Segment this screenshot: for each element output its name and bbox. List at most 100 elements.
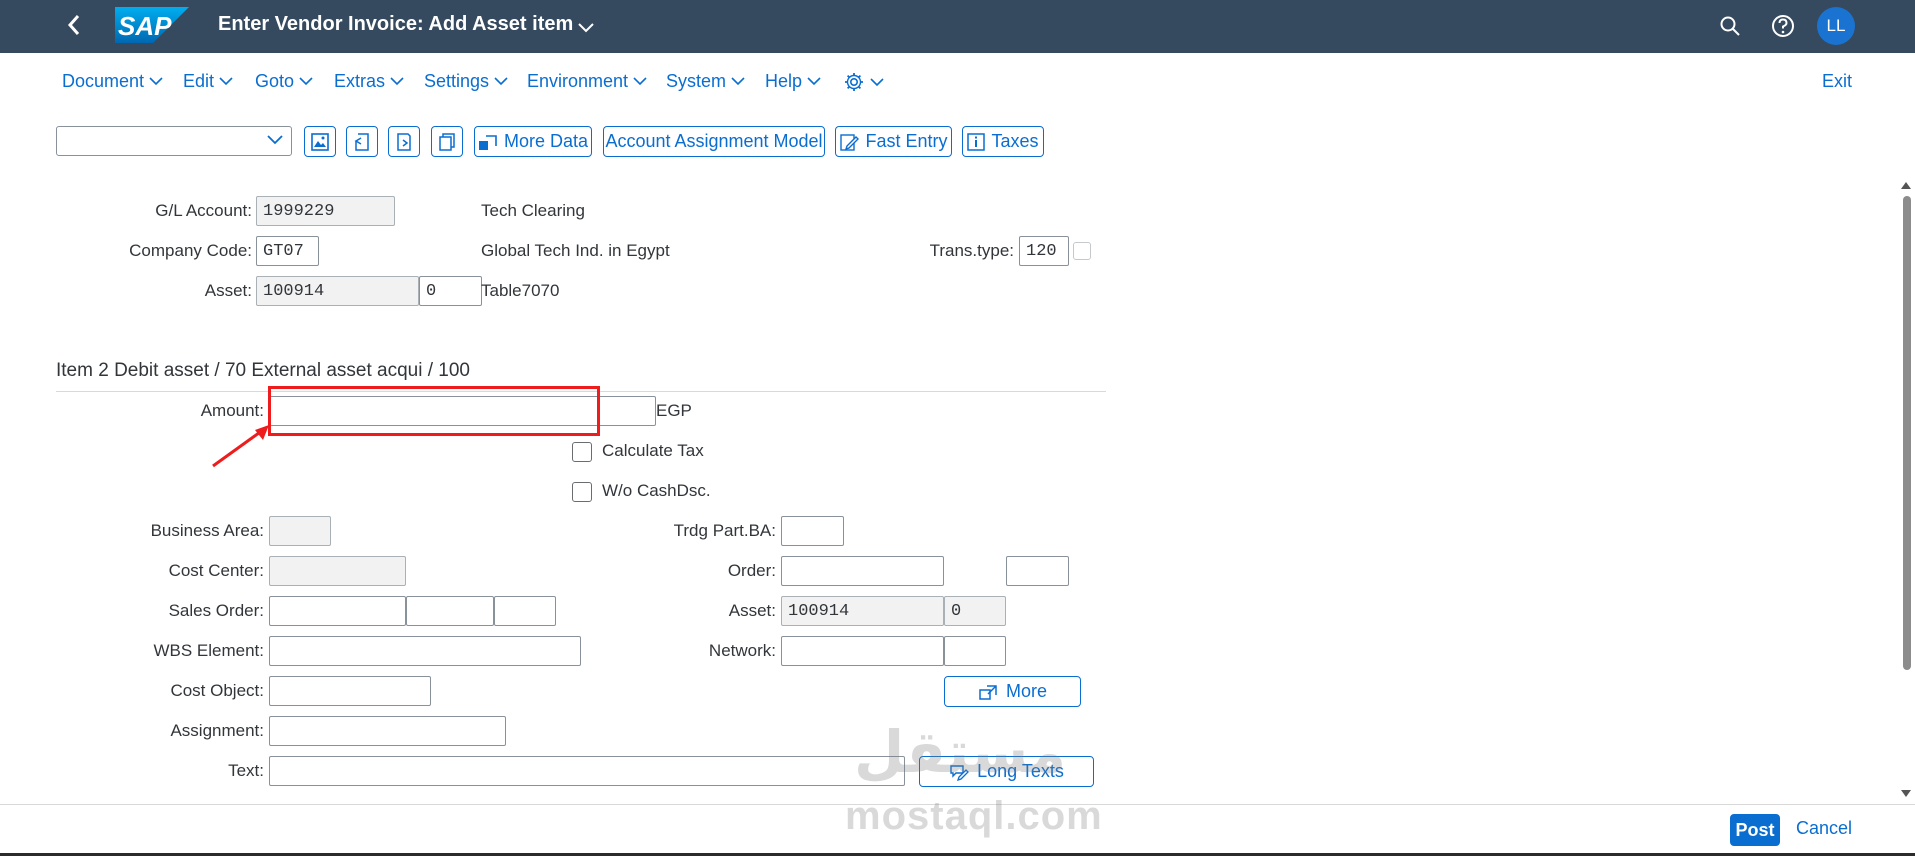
sales-order-item-field[interactable] [406,596,494,626]
scroll-down-arrow-icon[interactable] [1900,784,1912,804]
network-activity-field[interactable] [944,636,1006,666]
scroll-up-arrow-icon[interactable] [1900,175,1912,195]
cancel-button[interactable]: Cancel [1796,818,1852,839]
item-section-title: Item 2 Debit asset / 70 External asset a… [56,360,471,381]
annotation-arrow-icon [205,420,275,477]
gl-account-label: G/L Account: [155,201,252,220]
avatar[interactable]: LL [1817,7,1855,45]
help-icon[interactable] [1770,13,1796,39]
wbs-element-label: WBS Element: [153,641,264,660]
document-back-icon [354,132,369,151]
order-extra-field[interactable] [1006,556,1069,586]
menu-edit-label: Edit [183,71,215,91]
menu-extras[interactable]: Extras [334,71,404,92]
fast-entry-label: Fast Entry [865,131,948,151]
assignment-label: Assignment: [170,721,264,740]
command-field[interactable] [56,126,292,156]
cost-center-field[interactable] [269,556,406,586]
assignment-field[interactable] [269,716,506,746]
menu-goto-label: Goto [255,71,295,91]
company-code-label: Company Code: [129,241,252,260]
taxes-button[interactable]: Taxes [962,126,1044,157]
order-label: Order: [727,561,776,580]
copy-icon [439,132,455,151]
calculate-tax-checkbox[interactable] [572,442,592,462]
more-data-button[interactable]: More Data [474,126,592,157]
wo-cashdsc-checkbox[interactable] [572,482,592,502]
back-icon[interactable] [66,12,82,42]
gl-account-field[interactable]: 1999229 [256,196,395,226]
external-link-icon [979,684,997,700]
watermark-latin-text: mostaql.com [845,794,1103,838]
company-code-field[interactable]: GT07 [256,236,319,266]
long-texts-button[interactable]: Long Texts [919,756,1094,787]
gl-account-text: Tech Clearing [481,201,585,220]
more-button[interactable]: More [944,676,1081,707]
menu-extras-label: Extras [334,71,386,91]
more-label: More [1005,681,1047,701]
shell-bar: SAP Enter Vendor Invoice: Add Asset item… [0,0,1915,53]
menu-environment[interactable]: Environment [527,71,647,92]
comment-edit-icon [950,764,970,781]
more-data-icon [478,134,497,150]
chevron-down-icon [731,77,745,86]
info-icon [967,132,986,151]
menu-system-label: System [666,71,727,91]
sap-logo[interactable]: SAP [115,7,189,43]
asset-header-subnumber-field[interactable]: 0 [419,276,482,306]
next-document-button[interactable] [388,126,420,157]
trdg-part-ba-field[interactable] [781,516,844,546]
menu-document-label: Document [62,71,145,91]
asset-header-field[interactable]: 100914 [256,276,419,306]
sales-order-label: Sales Order: [168,601,264,620]
document-forward-icon [397,132,411,151]
post-button[interactable]: Post [1730,814,1780,846]
exit-button[interactable]: Exit [1822,71,1852,92]
chevron-down-icon[interactable] [267,135,283,145]
trans-type-label: Trans.type: [929,241,1014,260]
chevron-down-icon [807,77,821,86]
text-label: Text: [228,761,264,780]
menu-goto[interactable]: Goto [255,71,313,92]
search-icon[interactable] [1717,13,1743,39]
scrollbar-thumb[interactable] [1903,196,1911,670]
edit-icon [840,133,860,151]
page-title: Enter Vendor Invoice: Add Asset item [218,13,574,35]
copy-button[interactable] [431,126,463,157]
chevron-down-icon [149,77,163,86]
menu-help-label: Help [765,71,803,91]
wbs-element-field[interactable] [269,636,581,666]
order-field[interactable] [781,556,944,586]
menu-document[interactable]: Document [62,71,163,92]
trans-type-field[interactable]: 120 [1019,236,1069,266]
sales-order-field[interactable] [269,596,406,626]
asset-item-subnumber-field[interactable]: 0 [944,596,1006,626]
cost-object-field[interactable] [269,676,431,706]
network-field[interactable] [781,636,944,666]
asset-item-label: Asset: [728,601,776,620]
settings-menu[interactable] [843,71,884,93]
menu-system[interactable]: System [666,71,745,92]
fast-entry-button[interactable]: Fast Entry [835,126,952,157]
chevron-down-icon [219,77,233,86]
sales-order-schedule-field[interactable] [494,596,556,626]
title-chevron-down-icon[interactable] [578,18,594,38]
more-data-label: More Data [503,131,589,151]
menu-edit[interactable]: Edit [183,71,233,92]
gear-icon [845,73,863,91]
business-area-label: Business Area: [150,521,264,540]
long-texts-label: Long Texts [977,761,1064,781]
menu-help[interactable]: Help [765,71,821,92]
chevron-down-icon [299,77,313,86]
account-assignment-model-button[interactable]: Account Assignment Model [603,126,825,157]
text-field[interactable] [269,756,905,786]
asset-item-field[interactable]: 100914 [781,596,944,626]
trans-type-checkbox[interactable] [1073,242,1091,260]
image-button[interactable] [304,126,336,157]
network-label: Network: [708,641,776,660]
previous-document-button[interactable] [346,126,378,157]
sap-logo-text: SAP [118,11,172,41]
business-area-field[interactable] [269,516,331,546]
annotation-highlight-box [268,386,600,436]
menu-settings[interactable]: Settings [424,71,508,92]
